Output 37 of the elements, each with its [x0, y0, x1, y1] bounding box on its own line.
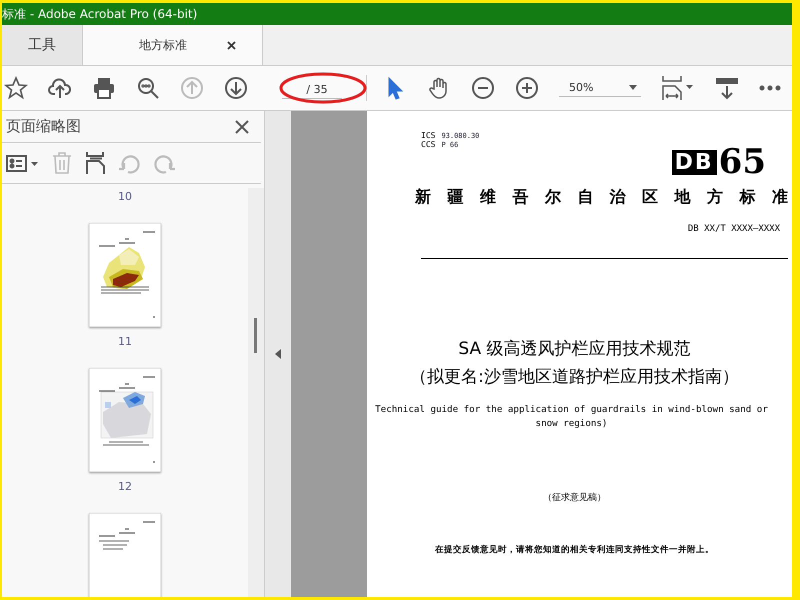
- star-icon[interactable]: [4, 76, 28, 100]
- caret-icon[interactable]: [629, 85, 637, 90]
- standard-code: DB XX/T XXXX—XXXX: [688, 224, 780, 234]
- logo-letters: DB: [672, 150, 717, 174]
- english-title: Technical guide for the application of guardrails in wind-blown sand or snow regions): [374, 403, 769, 431]
- zoom-dropdown[interactable]: 50%: [559, 79, 641, 97]
- page-thumbnail[interactable]: [89, 368, 161, 472]
- fit-page-icon[interactable]: [661, 75, 695, 101]
- insert-page-icon[interactable]: [84, 151, 108, 175]
- tab[interactable]: 地方标准: [83, 25, 263, 65]
- tab[interactable]: 工具: [2, 25, 83, 65]
- page-label: 11: [118, 335, 132, 348]
- cloud-upload-icon[interactable]: [48, 76, 72, 100]
- window-title: 标准 - Adobe Acrobat Pro (64-bit): [2, 6, 198, 22]
- logo-number: 65: [718, 145, 766, 179]
- page-label: 12: [118, 480, 132, 493]
- more-icon[interactable]: [759, 85, 781, 91]
- ics-label: ICS: [421, 131, 436, 140]
- page-label: 10: [118, 190, 132, 203]
- document-title: SA 级高透风护栏应用技术规范: [458, 338, 691, 361]
- ccs-label: CCS: [421, 140, 436, 149]
- document-title: （拟更名:沙雪地区道路护栏应用技术指南）: [410, 366, 739, 389]
- close-icon[interactable]: [235, 120, 249, 134]
- printer-icon[interactable]: [92, 76, 116, 100]
- search-icon[interactable]: [136, 76, 160, 100]
- close-icon[interactable]: [227, 40, 236, 50]
- page-thumbnail[interactable]: [89, 223, 161, 327]
- issuer-title: 新疆维吾尔自治区地方标准: [415, 187, 788, 208]
- page-thumbnail[interactable]: [89, 513, 161, 597]
- scroll-icon[interactable]: [715, 76, 739, 100]
- collapse-icon[interactable]: [275, 349, 281, 359]
- zoom-in-icon[interactable]: [515, 76, 539, 100]
- panel-title: 页面缩略图: [6, 117, 81, 136]
- zoom-out-icon[interactable]: [471, 76, 495, 100]
- scrollbar-thumb[interactable]: [254, 318, 257, 353]
- feedback-note: 在提交反馈意见时，请将您知道的相关专利连同支持性文件一并附上。: [434, 544, 715, 556]
- draft-label: （征求意见稿）: [542, 492, 607, 504]
